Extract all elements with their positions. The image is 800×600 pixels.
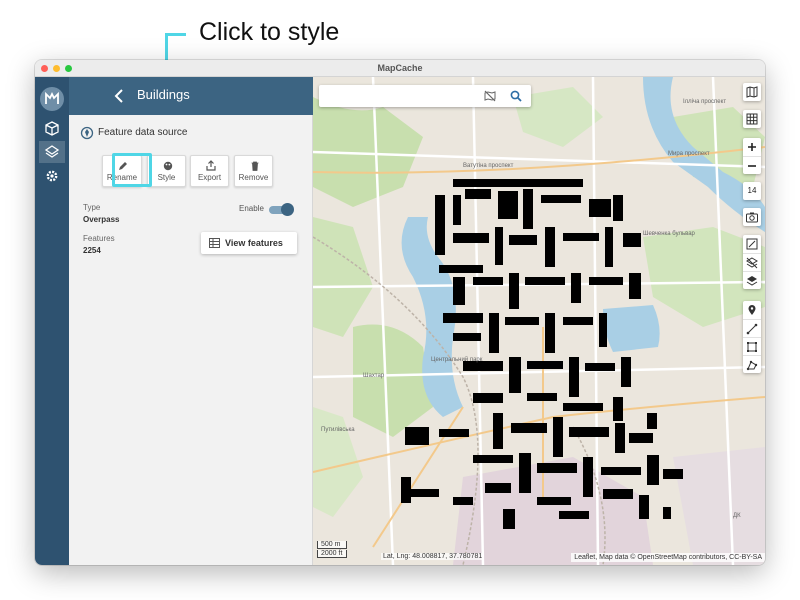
zoom-level: 14 [743, 182, 761, 200]
export-button[interactable]: Export [190, 155, 229, 187]
map-label: Центральний парк [431, 357, 483, 363]
line-icon [746, 323, 758, 335]
draw-polygon-button[interactable] [743, 355, 761, 373]
layers-icon [44, 145, 60, 158]
gear-icon [46, 170, 58, 182]
grid-overlay-button[interactable] [743, 110, 761, 128]
nav-layers-button[interactable] [39, 141, 65, 163]
draw-line-button[interactable] [743, 319, 761, 337]
rectangle-icon [747, 342, 757, 352]
palette-icon [163, 161, 173, 171]
style-label: Style [157, 173, 176, 182]
map-label: Путилівська [321, 427, 355, 433]
app-window: MapCache Buildings Feature data source R… [35, 60, 765, 565]
zoom-controls [743, 138, 761, 174]
map-view[interactable]: Ілліча проспект Ватутіна проспект Шевчен… [313, 77, 765, 565]
draw-point-button[interactable] [743, 301, 761, 319]
extent-icon [746, 238, 758, 250]
enable-label: Enable [239, 204, 264, 213]
map-off-icon[interactable] [484, 90, 496, 102]
screenshot-tools [743, 208, 761, 226]
scale-imperial: 2000 ft [317, 550, 347, 558]
back-arrow-icon[interactable] [113, 88, 125, 104]
view-features-button[interactable]: View features [201, 232, 297, 254]
type-value: Overpass [83, 215, 120, 224]
table-icon [209, 238, 220, 248]
export-icon [206, 160, 216, 171]
minus-icon [748, 165, 756, 167]
nav-projects-button[interactable] [39, 118, 65, 140]
layer-order-button[interactable] [743, 271, 761, 289]
cursor-coordinates: Lat, Lng: 48.008817, 37.780781 [381, 553, 485, 560]
toggle-layers-off-button[interactable] [743, 253, 761, 271]
title-bar: MapCache [35, 60, 765, 77]
mapcache-logo [40, 87, 64, 111]
draw-rectangle-button[interactable] [743, 337, 761, 355]
map-label: Ватутіна проспект [463, 163, 514, 169]
remove-label: Remove [238, 173, 269, 182]
screenshot-button[interactable] [743, 208, 761, 226]
map-scale: 500 m 2000 ft [317, 541, 347, 559]
plus-icon [748, 143, 756, 151]
grid-tools [743, 110, 761, 128]
features-label: Features [83, 234, 115, 243]
basemap-button[interactable] [743, 83, 761, 101]
map-label: Мира проспект [668, 151, 710, 157]
layer-tools [743, 235, 761, 289]
search-icon[interactable] [509, 89, 523, 103]
cube-icon [45, 121, 59, 136]
scale-metric: 500 m [317, 541, 347, 549]
zoom-out-button[interactable] [743, 156, 761, 174]
window-title: MapCache [377, 63, 423, 73]
polygon-icon [746, 360, 758, 371]
basemap-tools [743, 83, 761, 101]
panel-title: Buildings [137, 87, 190, 102]
map-icon [746, 86, 758, 98]
nav-rail [35, 77, 69, 565]
map-label: Шевченка бульвар [643, 231, 695, 237]
nav-settings-button[interactable] [39, 165, 65, 187]
source-type-label: Feature data source [98, 127, 188, 138]
callout-line [166, 33, 186, 36]
type-label: Type [83, 203, 101, 212]
map-attribution: Leaflet, Map data © OpenStreetMap contri… [571, 553, 765, 562]
map-label: Шахтар [363, 373, 385, 379]
layers-off-icon [746, 257, 758, 269]
view-features-label: View features [225, 238, 283, 248]
draw-tools [743, 301, 761, 373]
panel-header: Buildings [69, 77, 313, 115]
feature-source-icon [80, 126, 94, 140]
style-button[interactable]: Style [147, 155, 186, 187]
grid-icon [746, 113, 758, 125]
style-button-highlight [112, 153, 152, 187]
fit-extent-button[interactable] [743, 235, 761, 253]
remove-button[interactable]: Remove [234, 155, 273, 187]
trash-icon [251, 161, 259, 171]
map-search-bar[interactable] [319, 85, 531, 107]
zoom-level-value: 14 [747, 186, 757, 195]
camera-icon [746, 212, 758, 223]
callout-text: Click to style [199, 18, 340, 46]
enable-toggle-knob[interactable] [281, 203, 294, 216]
features-count: 2254 [83, 246, 101, 255]
layers-icon [746, 276, 758, 286]
map-label: ДК [733, 513, 741, 519]
zoom-in-button[interactable] [743, 138, 761, 156]
export-label: Export [197, 173, 222, 182]
map-label: Ілліча проспект [683, 99, 727, 105]
map-pin-icon [748, 305, 756, 315]
layer-details-panel: Feature data source Rename Style Export … [69, 115, 313, 565]
